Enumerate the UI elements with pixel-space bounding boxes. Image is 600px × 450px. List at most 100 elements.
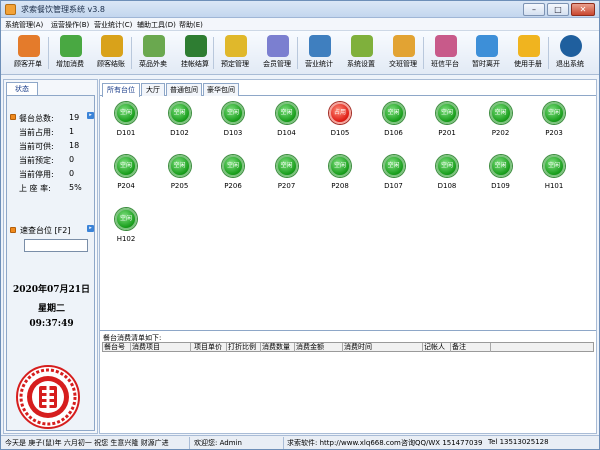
stat-label: 上 座 率: xyxy=(19,184,51,193)
toolbar-button-12[interactable]: 暂时离开 xyxy=(467,33,505,73)
status-software[interactable]: 求索软件: http://www.xlq668.com xyxy=(287,438,401,448)
app-icon xyxy=(5,4,16,15)
title-bar: 求索餐饮管理系统 v3.8 – □ ✕ xyxy=(1,1,599,18)
table-status-badge: 空闲 xyxy=(275,102,298,124)
menu-statistics[interactable]: 营业统计(C) xyxy=(94,20,132,30)
table-name: P202 xyxy=(491,129,510,137)
table-h101[interactable]: 空闲 H101 xyxy=(534,155,574,193)
table-p207[interactable]: 空闲 P207 xyxy=(267,155,307,193)
toolbar-button-10[interactable]: 交班管理 xyxy=(384,33,422,73)
table-status-badge: 空闲 xyxy=(222,102,244,124)
status-welcome: 欢迎您: Admin xyxy=(194,439,242,447)
table-d106[interactable]: 空闲 D106 xyxy=(374,102,414,140)
table-name: D102 xyxy=(170,129,189,137)
current-time: 09:37:49 xyxy=(29,319,74,329)
status-divider xyxy=(189,437,190,449)
current-weekday: 星期二 xyxy=(37,304,65,314)
column-header[interactable]: 消费时间 xyxy=(343,343,423,352)
table-p205[interactable]: 空闲 P205 xyxy=(160,155,200,193)
table-d107[interactable]: 空闲 D107 xyxy=(374,155,414,193)
table-name: D109 xyxy=(491,182,510,190)
toolbar: 顾客开单 增加消费 顾客结账 菜品外卖 挂帐结算 预定管理 会员管理 营业统计 系统设置 交班管理… xyxy=(1,31,599,75)
toolbar-button-8[interactable]: 营业统计 xyxy=(300,33,338,73)
table-d109[interactable]: 空闲 D109 xyxy=(481,155,521,193)
table-p201[interactable]: 空闲 P201 xyxy=(427,102,467,140)
toolbar-button-7[interactable]: 会员管理 xyxy=(258,33,296,73)
table-d105[interactable]: 占用 D105 xyxy=(320,102,360,140)
toolbar-button-13[interactable]: 使用手册 xyxy=(509,33,547,73)
toolbar-separator xyxy=(213,37,214,69)
table-grid: 空闲 D101 空闲 D102 空闲 D103 空闲 D104 占用 D105 空闲 D106 空闲 P2… xyxy=(100,97,596,329)
tab-hall[interactable]: 大厅 xyxy=(141,83,165,96)
toolbar-separator xyxy=(297,37,298,69)
toolbar-separator xyxy=(48,37,49,69)
column-header[interactable]: 备注 xyxy=(451,343,491,352)
stat-row: 餐台总数: 19 xyxy=(19,113,79,124)
stat-row: 当前占用: 1 xyxy=(19,127,74,138)
handover-icon xyxy=(393,35,415,57)
table-p202[interactable]: 空闲 P202 xyxy=(481,102,521,140)
menu-operations[interactable]: 运营操作(B) xyxy=(51,20,89,30)
column-header[interactable]: 项目单价 xyxy=(193,343,227,352)
table-d101[interactable]: 空闲 D101 xyxy=(106,102,146,140)
table-status-badge: 空闲 xyxy=(543,155,565,177)
bullet-icon xyxy=(10,227,16,233)
column-header[interactable]: 记帐人 xyxy=(423,343,451,352)
table-p204[interactable]: 空闲 P204 xyxy=(106,155,146,193)
table-name: D105 xyxy=(330,129,350,137)
table-h102[interactable]: 空闲 H102 xyxy=(106,208,146,246)
member-icon xyxy=(267,35,289,57)
order-detail: 餐台消费清单如下: 餐台号 消费项目 项目单价 打折比例 消费数量 消费金额 消费时间 记帐人… xyxy=(100,330,596,433)
table-name: P208 xyxy=(331,182,349,190)
toolbar-button-9[interactable]: 系统设置 xyxy=(342,33,380,73)
toolbar-button-14[interactable]: 退出系统 xyxy=(551,33,589,73)
table-p203[interactable]: 空闲 P203 xyxy=(534,102,574,140)
maximize-button[interactable]: □ xyxy=(547,3,569,16)
toolbar-button-1[interactable]: 顾客开单 xyxy=(9,33,47,73)
table-d103[interactable]: 空闲 D103 xyxy=(213,102,253,140)
column-header[interactable]: 消费数量 xyxy=(261,343,295,352)
credit-icon xyxy=(185,35,207,57)
tab-standard-room[interactable]: 普通包间 xyxy=(166,83,202,96)
status-body: ▸ 餐台总数: 19 当前占用: 1 当前可供: 18 当前预定: 0 当前停用: 0 上 座 率:… xyxy=(6,95,95,431)
toolbar-button-2[interactable]: 增加消费 xyxy=(51,33,89,73)
table-name: H101 xyxy=(544,182,564,190)
table-status-badge: 空闲 xyxy=(115,102,137,124)
expand-arrow-icon[interactable]: ▸ xyxy=(87,225,94,232)
toolbar-button-11[interactable]: 班信平台 xyxy=(426,33,464,73)
toolbar-button-5[interactable]: 挂帐结算 xyxy=(176,33,214,73)
stat-row: 当前停用: 0 xyxy=(19,169,74,180)
table-p206[interactable]: 空闲 P206 xyxy=(213,155,253,193)
column-header[interactable]: 餐台号 xyxy=(103,343,131,352)
table-d102[interactable]: 空闲 D102 xyxy=(160,102,200,140)
expand-arrow-icon[interactable]: ▸ xyxy=(87,112,94,119)
menu-tools[interactable]: 辅助工具(D) xyxy=(137,20,176,30)
toolbar-separator xyxy=(548,37,549,69)
table-name: D108 xyxy=(437,182,457,190)
table-p208[interactable]: 空闲 P208 xyxy=(320,155,360,193)
column-header[interactable]: 打折比例 xyxy=(227,343,261,352)
table-status-badge: 空闲 xyxy=(382,102,405,124)
column-header[interactable]: 消费项目 xyxy=(131,343,191,352)
quick-search-input[interactable] xyxy=(24,239,88,252)
minimize-button[interactable]: – xyxy=(523,3,545,16)
table-d104[interactable]: 空闲 D104 xyxy=(267,102,307,140)
toolbar-button-3[interactable]: 顾客结账 xyxy=(92,33,130,73)
stat-value: 5% xyxy=(69,183,82,192)
tab-all-tables[interactable]: 所有台位 xyxy=(102,83,140,97)
table-status-badge: 占用 xyxy=(329,102,351,124)
table-area: 所有台位 大厅 普通包间 豪华包间 空闲 D101 空闲 D102 空闲 D103 空闲 D1… xyxy=(99,79,597,434)
takeout-icon xyxy=(143,35,165,57)
toolbar-button-4[interactable]: 菜品外卖 xyxy=(134,33,172,73)
toolbar-button-6[interactable]: 预定管理 xyxy=(216,33,254,73)
table-status-badge: 空闲 xyxy=(329,155,351,177)
toolbar-label: 退出系统 xyxy=(556,60,584,68)
table-name: P204 xyxy=(117,182,135,190)
menu-system[interactable]: 系统管理(A) xyxy=(5,20,43,30)
column-header[interactable]: 消费金额 xyxy=(295,343,343,352)
table-d108[interactable]: 空闲 D108 xyxy=(427,155,467,193)
tab-luxury-room[interactable]: 豪华包间 xyxy=(203,83,239,96)
menu-help[interactable]: 帮助(E) xyxy=(179,20,203,30)
close-button[interactable]: ✕ xyxy=(571,3,595,16)
status-tab[interactable]: 状态 xyxy=(6,82,38,95)
